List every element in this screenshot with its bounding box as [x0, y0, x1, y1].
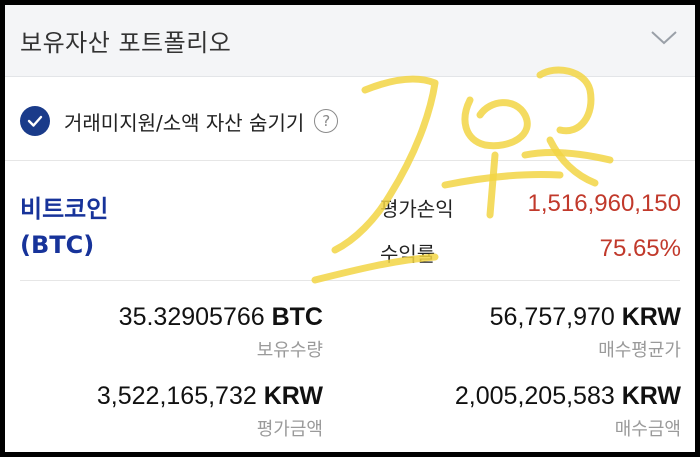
hide-small-assets-label: 거래미지원/소액 자산 숨기기 [64, 110, 305, 135]
avg-buy-price-amount: 56,757,970 [489, 303, 615, 331]
holding-quantity: 35.32905766 BTC 보유수량 [119, 303, 323, 362]
divider [5, 160, 695, 161]
return-rate-value: 75.65% [599, 235, 681, 262]
holding-quantity-label: 보유수량 [256, 340, 323, 361]
handwritten-signature [311, 66, 614, 284]
portfolio-header[interactable]: 보유자산 포트폴리오 [5, 5, 695, 77]
holding-quantity-amount: 35.32905766 [118, 303, 265, 331]
evaluation-amount: 3,522,165,732 KRW 평가금액 [97, 382, 323, 441]
buy-amount-value: 2,005,205,583 [454, 382, 615, 410]
evaluation-amount-unit: KRW [263, 382, 323, 410]
page-title: 보유자산 포트폴리오 [20, 29, 232, 57]
avg-buy-price-unit: KRW [621, 303, 681, 331]
profit-loss-value: 1,516,960,150 [527, 190, 681, 217]
evaluation-amount-value: 3,522,165,732 [96, 382, 257, 410]
return-rate-label: 수익률 [380, 242, 436, 266]
avg-buy-price: 56,757,970 KRW 매수평균가 [490, 303, 681, 362]
buy-amount-unit: KRW [621, 382, 681, 410]
holding-quantity-unit: BTC [271, 303, 323, 331]
chevron-down-icon[interactable] [649, 27, 679, 47]
portfolio-panel: 보유자산 포트폴리오 거래미지원/소액 자산 숨기기 ? 비트코인 (BTC) … [5, 5, 695, 452]
coin-ticker: (BTC) [20, 231, 95, 259]
profit-loss-label: 평가손익 [380, 197, 454, 221]
buy-amount: 2,005,205,583 KRW 매수금액 [455, 382, 681, 441]
help-circle-icon[interactable]: ? [314, 109, 339, 133]
buy-amount-label: 매수금액 [614, 419, 681, 440]
coin-name[interactable]: 비트코인 (BTC) [20, 191, 108, 263]
evaluation-amount-label: 평가금액 [256, 419, 323, 440]
coin-name-label: 비트코인 [20, 195, 109, 223]
check-icon[interactable] [20, 106, 50, 136]
avg-buy-price-label: 매수평균가 [598, 340, 681, 361]
divider [20, 280, 680, 281]
hide-small-assets-toggle[interactable]: 거래미지원/소액 자산 숨기기 ? [20, 103, 339, 139]
